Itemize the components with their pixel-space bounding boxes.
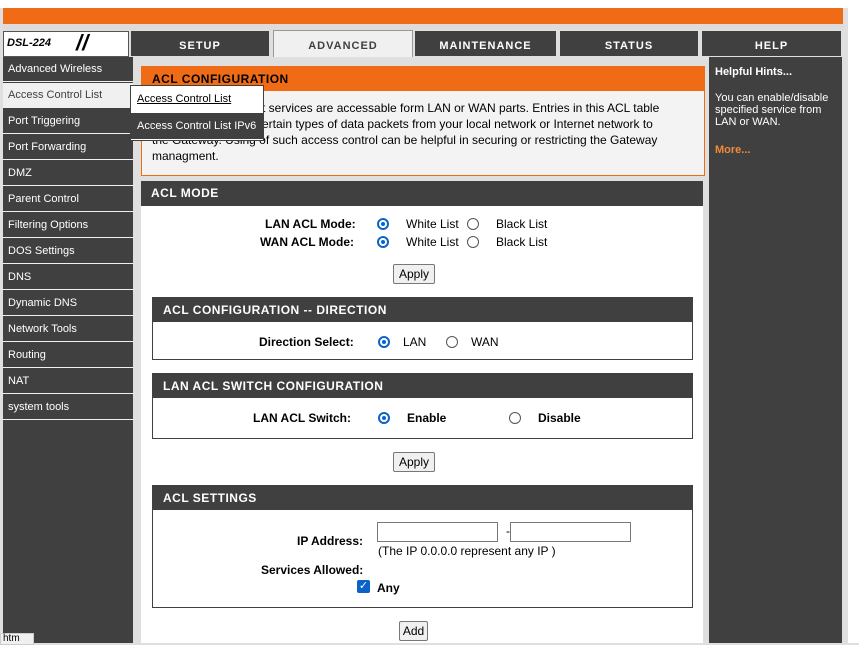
sidebar-item-port-forwarding[interactable]: Port Forwarding — [3, 135, 133, 160]
status-bar: htm — [0, 633, 34, 645]
ip-start-input[interactable] — [377, 522, 498, 542]
lan-white-list-radio[interactable] — [377, 218, 389, 230]
hints-title: Helpful Hints... — [715, 66, 792, 78]
description-line-4: managment. — [152, 149, 219, 163]
acl-settings-panel: ACL SETTINGS IP Address: - (The IP 0.0.0… — [152, 485, 693, 608]
tab-status[interactable]: STATUS — [560, 31, 698, 56]
sidebar-item-system-tools[interactable]: system tools — [3, 395, 133, 420]
sidebar: Advanced Wireless Access Control List Po… — [3, 57, 133, 643]
lan-acl-switch-label: LAN ACL Switch: — [253, 411, 351, 425]
sidebar-item-port-triggering[interactable]: Port Triggering — [3, 109, 133, 134]
wan-white-list-label: White List — [406, 235, 459, 249]
lan-acl-switch-panel: LAN ACL SWITCH CONFIGURATION LAN ACL Swi… — [152, 373, 693, 439]
direction-title: ACL CONFIGURATION -- DIRECTION — [153, 298, 692, 322]
lan-acl-switch-title: LAN ACL SWITCH CONFIGURATION — [153, 374, 692, 398]
logo-slashes-icon: / / — [76, 30, 88, 55]
top-strip — [0, 0, 859, 8]
switch-apply-button[interactable]: Apply — [393, 452, 435, 472]
direction-panel: ACL CONFIGURATION -- DIRECTION Direction… — [152, 297, 693, 360]
any-checkbox[interactable]: ✓ — [357, 580, 370, 593]
lan-black-list-radio[interactable] — [467, 218, 479, 230]
submenu-access-control-list[interactable]: Access Control List — [137, 93, 231, 105]
direction-wan-label: WAN — [471, 335, 499, 349]
sidebar-item-dns[interactable]: DNS — [3, 265, 133, 290]
wan-black-list-radio[interactable] — [467, 236, 479, 248]
acl-settings-title: ACL SETTINGS — [153, 486, 692, 510]
header-band — [3, 24, 843, 30]
sidebar-item-dynamic-dns[interactable]: Dynamic DNS — [3, 291, 133, 316]
sidebar-item-access-control-list[interactable]: Access Control List — [3, 83, 133, 108]
tab-advanced[interactable]: ADVANCED — [273, 30, 413, 58]
acl-mode-panel: ACL MODE LAN ACL Mode: White List Black … — [141, 181, 703, 643]
switch-enable-label: Enable — [407, 411, 447, 425]
sidebar-item-parent-control[interactable]: Parent Control — [3, 187, 133, 212]
sidebar-item-routing[interactable]: Routing — [3, 343, 133, 368]
tab-maintenance[interactable]: MAINTENANCE — [415, 31, 556, 56]
wan-white-list-radio[interactable] — [377, 236, 389, 248]
direction-lan-label: LAN — [403, 335, 427, 349]
switch-enable-radio[interactable] — [378, 412, 390, 424]
tab-help[interactable]: HELP — [702, 31, 841, 56]
hints-text: You can enable/disable specified service… — [715, 92, 829, 128]
wan-black-list-label: Black List — [496, 235, 548, 249]
sidebar-item-network-tools[interactable]: Network Tools — [3, 317, 133, 342]
hints-more-link[interactable]: More... — [715, 144, 750, 156]
sidebar-item-filtering-options[interactable]: Filtering Options — [3, 213, 133, 238]
sidebar-item-advanced-wireless[interactable]: Advanced Wireless — [3, 57, 133, 82]
acl-mode-apply-button[interactable]: Apply — [393, 264, 435, 284]
ip-address-label: IP Address: — [297, 534, 364, 548]
helpful-hints-panel: Helpful Hints... You can enable/disable … — [709, 57, 842, 643]
tab-setup[interactable]: SETUP — [131, 31, 269, 56]
lan-white-list-label: White List — [406, 217, 459, 231]
model-name: DSL-224 — [7, 37, 52, 49]
wan-acl-mode-label: WAN ACL Mode: — [260, 235, 354, 249]
lan-black-list-label: Black List — [496, 217, 548, 231]
header-bar — [3, 8, 843, 24]
direction-select-label: Direction Select: — [259, 335, 354, 349]
submenu-access-control-list-ipv6[interactable]: Access Control List IPv6 — [131, 113, 263, 139]
model-logo: DSL-224 / / — [3, 30, 129, 57]
ip-note: (The IP 0.0.0.0 represent any IP ) — [378, 544, 556, 558]
any-label: Any — [377, 581, 400, 595]
ip-end-input[interactable] — [510, 522, 631, 542]
switch-disable-label: Disable — [538, 411, 581, 425]
lan-acl-mode-label: LAN ACL Mode: — [265, 217, 356, 231]
direction-lan-radio[interactable] — [378, 336, 390, 348]
add-button[interactable]: Add — [399, 621, 428, 641]
acl-mode-title: ACL MODE — [141, 181, 703, 206]
sidebar-item-dmz[interactable]: DMZ — [3, 161, 133, 186]
sidebar-item-nat[interactable]: NAT — [3, 369, 133, 394]
sidebar-item-dos-settings[interactable]: DOS Settings — [3, 239, 133, 264]
switch-disable-radio[interactable] — [509, 412, 521, 424]
services-allowed-label: Services Allowed: — [261, 563, 364, 577]
scrollbar[interactable] — [848, 8, 859, 643]
acl-submenu-popup: Access Control List Access Control List … — [130, 85, 264, 141]
direction-wan-radio[interactable] — [446, 336, 458, 348]
